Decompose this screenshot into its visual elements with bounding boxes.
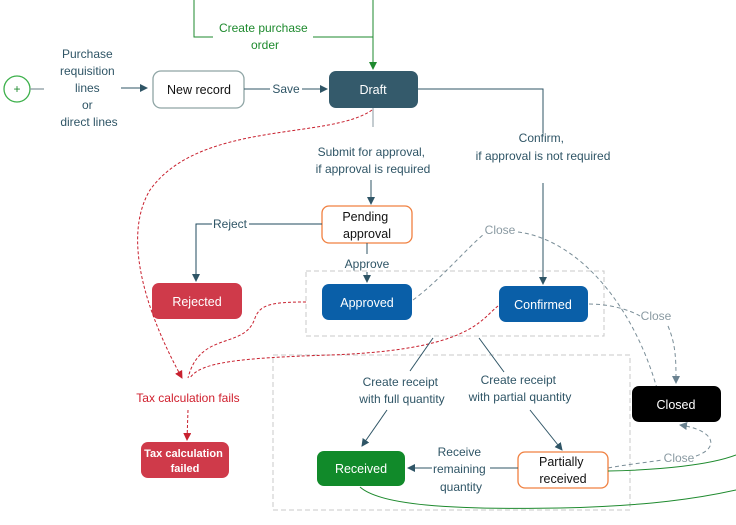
state-approved[interactable]: Approved	[322, 284, 412, 320]
save-label: Save	[272, 82, 300, 96]
state-closed[interactable]: Closed	[632, 386, 721, 422]
state-confirmed[interactable]: Confirmed	[499, 286, 588, 322]
svg-text:Rejected: Rejected	[172, 295, 221, 309]
confirm-label: Confirm, if approval is not required	[476, 131, 611, 163]
source-label: Purchase requisition lines or direct lin…	[60, 47, 118, 129]
close-partial-label: Close	[664, 451, 695, 465]
state-tax-calculation-failed[interactable]: Tax calculation failed	[141, 442, 229, 478]
svg-text:Confirmed: Confirmed	[514, 298, 572, 312]
submit-label: Submit for approval, if approval is requ…	[316, 145, 431, 176]
svg-text:Received: Received	[335, 462, 387, 476]
receipt-partial-label: Create receipt with partial quantity	[468, 373, 572, 404]
state-received[interactable]: Received	[317, 451, 405, 486]
create-po-label: Create purchase order	[219, 21, 311, 52]
close-approved-label: Close	[485, 223, 516, 237]
state-new-record[interactable]: New record	[152, 70, 245, 109]
tax-fails-label: Tax calculation fails	[136, 391, 239, 405]
reject-label: Reject	[213, 217, 248, 231]
approve-label: Approve	[345, 257, 390, 271]
state-pending-approval[interactable]: Pending approval	[321, 205, 413, 244]
state-draft[interactable]: Draft	[329, 71, 418, 108]
svg-text:Approved: Approved	[340, 296, 394, 310]
svg-text:New record: New record	[167, 83, 231, 97]
svg-text:Draft: Draft	[359, 83, 387, 97]
receipt-full-label: Create receipt with full quantity	[358, 375, 444, 406]
state-rejected[interactable]: Rejected	[152, 283, 242, 319]
state-partially-received[interactable]: Partially received	[517, 451, 609, 489]
plus-icon: +	[13, 82, 20, 96]
close-confirmed-label: Close	[641, 309, 672, 323]
receive-remaining-label: Receive remaining quantity	[433, 445, 489, 494]
purchase-order-state-diagram: + Purchase requisition lines or direct l…	[3, 0, 736, 511]
start-node: +	[3, 75, 31, 103]
svg-text:Closed: Closed	[657, 398, 696, 412]
